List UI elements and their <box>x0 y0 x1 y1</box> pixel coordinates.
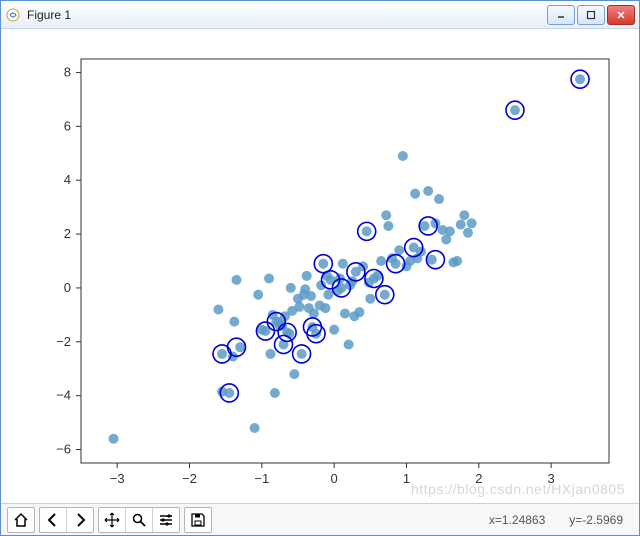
zoom-button[interactable] <box>125 508 152 532</box>
svg-text:−2: −2 <box>56 334 71 349</box>
svg-text:3: 3 <box>548 471 555 486</box>
window-buttons <box>547 5 635 25</box>
pan-button[interactable] <box>99 508 125 532</box>
save-button[interactable] <box>185 508 211 532</box>
app-icon <box>5 7 21 23</box>
svg-text:2: 2 <box>475 471 482 486</box>
home-button[interactable] <box>8 508 34 532</box>
figure-window: Figure 1 −3−2−10123−6−4−202468 https://b… <box>0 0 640 536</box>
svg-text:−1: −1 <box>254 471 269 486</box>
svg-text:8: 8 <box>64 65 71 80</box>
svg-text:0: 0 <box>331 471 338 486</box>
svg-text:−6: −6 <box>56 442 71 457</box>
toolbar: x=1.24863 y=-2.5969 <box>1 503 639 535</box>
minimize-button[interactable] <box>547 5 575 25</box>
configure-button[interactable] <box>152 508 179 532</box>
coord-y: y=-2.5969 <box>569 513 623 527</box>
cursor-coords: x=1.24863 y=-2.5969 <box>489 513 633 527</box>
scatter-chart: −3 −2 −1 0 1 2 3 −6 −4 −2 0 2 4 6 8 <box>1 29 639 503</box>
maximize-button[interactable] <box>577 5 605 25</box>
svg-text:−2: −2 <box>182 471 197 486</box>
svg-text:6: 6 <box>64 118 71 133</box>
svg-text:4: 4 <box>64 172 71 187</box>
svg-text:2: 2 <box>64 226 71 241</box>
window-title: Figure 1 <box>27 8 541 22</box>
back-button[interactable] <box>40 508 66 532</box>
close-button[interactable] <box>607 5 635 25</box>
svg-text:−3: −3 <box>110 471 125 486</box>
forward-button[interactable] <box>66 508 93 532</box>
svg-text:−4: −4 <box>56 388 71 403</box>
plot-area[interactable]: −3−2−10123−6−4−202468 https://blog.csdn.… <box>1 29 639 503</box>
svg-text:0: 0 <box>64 280 71 295</box>
titlebar: Figure 1 <box>1 1 639 29</box>
svg-text:1: 1 <box>403 471 410 486</box>
coord-x: x=1.24863 <box>489 513 545 527</box>
